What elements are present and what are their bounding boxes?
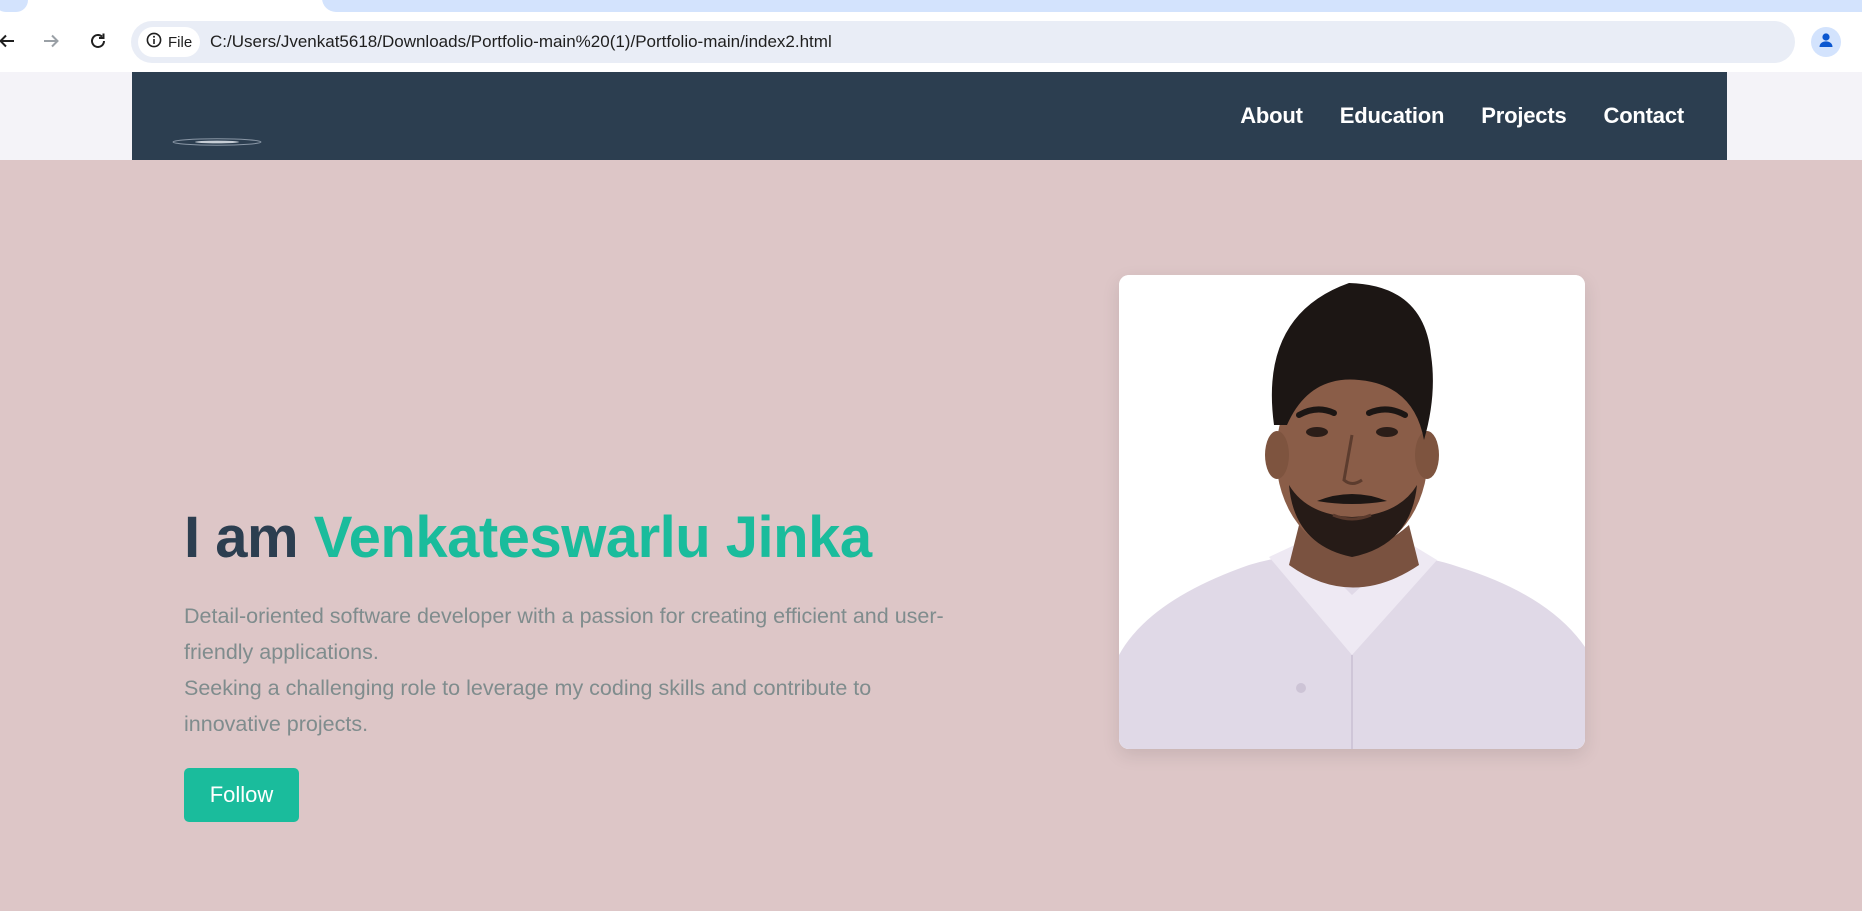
hero-title-prefix: I am [184,505,299,570]
tab-active[interactable] [322,0,1862,12]
follow-button[interactable]: Follow [184,768,299,822]
profile-photo [1119,275,1585,749]
hero-description-line-2: Seeking a challenging role to leverage m… [184,676,872,736]
file-chip-label: File [168,33,193,51]
reload-icon [88,31,108,56]
logo-icon[interactable] [172,134,262,146]
browser-toolbar: File C:/Users/Jvenkat5618/Downloads/Port… [0,14,1862,72]
page-viewport: About Education Projects Contact I am Ve… [0,72,1862,911]
hero-title: I am Venkateswarlu Jinka [184,504,872,571]
site-nav: About Education Projects Contact [1240,103,1684,129]
profile-button[interactable] [1811,27,1841,57]
tab-strip [0,0,1862,14]
hero-description-line-1: Detail-oriented software developer with … [184,604,944,664]
hero-title-name: Venkateswarlu Jinka [313,505,872,570]
back-arrow-icon [0,32,16,55]
address-bar[interactable]: File C:/Users/Jvenkat5618/Downloads/Port… [131,21,1795,63]
tab-inactive[interactable] [0,0,28,12]
site-header: About Education Projects Contact [132,72,1727,160]
back-button[interactable] [0,28,22,58]
nav-link-contact[interactable]: Contact [1604,103,1685,129]
url-text[interactable]: C:/Users/Jvenkat5618/Downloads/Portfolio… [210,32,832,52]
nav-link-about[interactable]: About [1240,103,1303,129]
profile-photo-illustration [1119,275,1585,749]
reload-button[interactable] [83,28,113,58]
hero-description: Detail-oriented software developer with … [184,598,944,742]
nav-link-education[interactable]: Education [1340,103,1445,129]
info-icon [146,32,168,52]
nav-link-projects[interactable]: Projects [1481,103,1566,129]
profile-icon [1817,31,1835,54]
forward-arrow-icon [42,32,60,55]
forward-button[interactable] [36,28,66,58]
site-info-chip[interactable]: File [138,27,200,57]
